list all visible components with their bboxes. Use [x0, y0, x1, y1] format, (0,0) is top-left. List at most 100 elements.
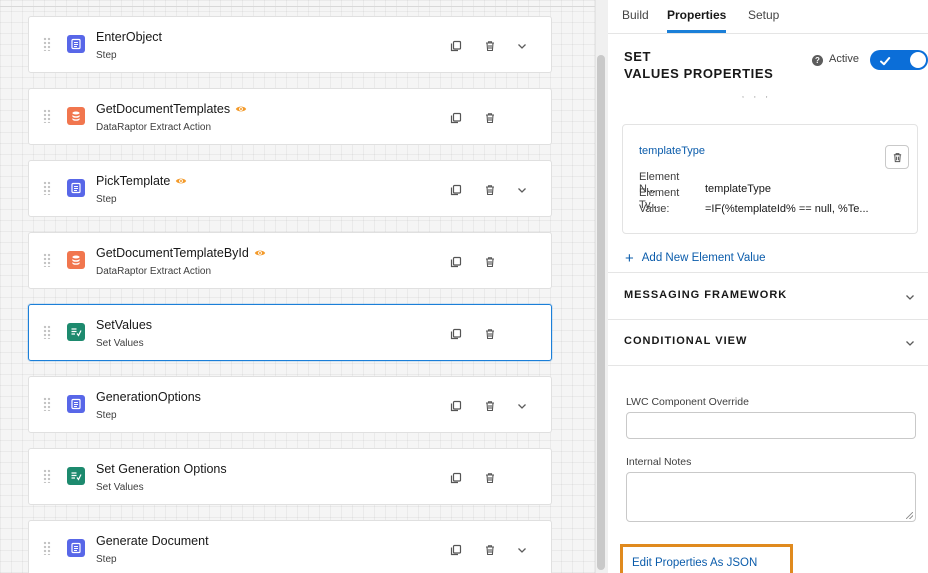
chevron-down-icon[interactable] [904, 291, 916, 303]
step-title: GetDocumentTemplates [96, 102, 247, 116]
step-title: Generate Document [96, 534, 209, 548]
section-messaging-framework[interactable]: MESSAGING FRAMEWORK [624, 289, 787, 301]
panel-tabs: Build Properties Setup [608, 0, 928, 34]
flow-canvas[interactable]: EnterObject Step GetDocumentTemplates DataR… [0, 0, 595, 573]
check-icon [879, 54, 891, 66]
trash-icon[interactable] [484, 112, 496, 124]
copy-icon[interactable] [450, 328, 462, 340]
trash-icon[interactable] [484, 328, 496, 340]
step-name: Generate Document [96, 534, 209, 548]
drag-handle-icon[interactable] [43, 469, 51, 483]
step-card[interactable]: GenerationOptions Step [28, 376, 552, 433]
chevron-down-icon[interactable] [516, 400, 528, 412]
database-icon [67, 107, 85, 125]
tab-properties[interactable]: Properties [667, 8, 727, 33]
element-name-link[interactable]: templateType [639, 145, 705, 157]
chevron-down-icon[interactable] [516, 544, 528, 556]
step-name: Set Generation Options [96, 462, 227, 476]
step-card[interactable]: GetDocumentTemplates DataRaptor Extract A… [28, 88, 552, 145]
canvas-top-divider [0, 6, 595, 7]
step-card[interactable]: PickTemplate Step [28, 160, 552, 217]
step-title: GetDocumentTemplateById [96, 246, 266, 260]
internal-notes-label: Internal Notes [626, 456, 692, 468]
step-title: Set Generation Options [96, 462, 227, 476]
database-icon [67, 251, 85, 269]
internal-notes-textarea[interactable] [626, 472, 916, 522]
add-element-value-link[interactable]: + Add New Element Value [625, 249, 766, 267]
drag-handle-icon[interactable] [43, 325, 51, 339]
tab-setup[interactable]: Setup [748, 8, 779, 30]
step-card[interactable]: GetDocumentTemplateById DataRaptor Extrac… [28, 232, 552, 289]
eye-icon[interactable] [235, 103, 247, 115]
drag-handle-icon[interactable] [43, 181, 51, 195]
panel-title-line2: VALUES PROPERTIES [624, 66, 774, 81]
tab-build[interactable]: Build [622, 8, 649, 30]
trash-icon[interactable] [484, 544, 496, 556]
drag-handle-icon[interactable] [43, 37, 51, 51]
step-type: DataRaptor Extract Action [96, 266, 212, 277]
list-icon [67, 395, 85, 413]
drag-handle-icon[interactable] [43, 253, 51, 267]
divider [608, 272, 928, 273]
trash-icon [892, 152, 903, 163]
plus-icon: + [625, 249, 634, 267]
step-card[interactable]: EnterObject Step [28, 16, 552, 73]
list-icon [67, 35, 85, 53]
step-type: Set Values [96, 482, 144, 493]
drag-handle-icon[interactable] [43, 109, 51, 123]
copy-icon[interactable] [450, 400, 462, 412]
help-icon[interactable]: ? [812, 55, 823, 66]
set-values-icon [67, 323, 85, 341]
chevron-down-icon[interactable] [516, 184, 528, 196]
step-title: GenerationOptions [96, 390, 201, 404]
edit-properties-json-button[interactable]: Edit Properties As JSON [620, 544, 793, 573]
element-value-value: =IF(%templateId% == null, %Te... [705, 203, 869, 215]
divider [608, 319, 928, 320]
step-name: PickTemplate [96, 174, 171, 188]
trash-icon[interactable] [484, 256, 496, 268]
copy-icon[interactable] [450, 544, 462, 556]
step-type: Set Values [96, 338, 144, 349]
step-type: DataRaptor Extract Action [96, 122, 212, 133]
resize-grip-icon[interactable] [906, 512, 913, 519]
chevron-down-icon[interactable] [516, 40, 528, 52]
edit-properties-json-label: Edit Properties As JSON [632, 557, 758, 569]
lwc-override-input[interactable] [626, 412, 916, 439]
toggle-knob [910, 52, 926, 68]
canvas-scrollbar-thumb[interactable] [597, 55, 605, 570]
copy-icon[interactable] [450, 184, 462, 196]
step-type: Step [96, 410, 117, 421]
copy-icon[interactable] [450, 256, 462, 268]
active-toggle[interactable] [870, 50, 928, 70]
eye-icon[interactable] [254, 247, 266, 259]
chevron-down-icon[interactable] [904, 337, 916, 349]
element-value-key: Value: [639, 203, 670, 215]
element-value-row: Value: =IF(%templateId% == null, %Te... [639, 203, 869, 215]
divider [608, 365, 928, 366]
step-title: EnterObject [96, 30, 162, 44]
trash-icon[interactable] [484, 40, 496, 52]
eye-icon[interactable] [175, 175, 187, 187]
copy-icon[interactable] [450, 40, 462, 52]
list-icon [67, 539, 85, 557]
copy-icon[interactable] [450, 472, 462, 484]
panel-title-line1: SET [624, 49, 652, 64]
copy-icon[interactable] [450, 112, 462, 124]
step-type: Step [96, 554, 117, 565]
delete-element-button[interactable] [885, 145, 909, 169]
step-name: SetValues [96, 318, 153, 332]
set-values-icon [67, 467, 85, 485]
element-value-card: templateType Element N... templateType El… [622, 124, 918, 234]
trash-icon[interactable] [484, 400, 496, 412]
step-card[interactable]: SetValues Set Values [28, 304, 552, 361]
truncated-element-row: , , , [742, 92, 772, 99]
drag-handle-icon[interactable] [43, 397, 51, 411]
step-card[interactable]: Set Generation Options Set Values [28, 448, 552, 505]
step-card[interactable]: Generate Document Step [28, 520, 552, 573]
trash-icon[interactable] [484, 184, 496, 196]
section-conditional-view[interactable]: CONDITIONAL VIEW [624, 335, 747, 347]
trash-icon[interactable] [484, 472, 496, 484]
panel-title: SET VALUES PROPERTIES [624, 48, 814, 82]
active-label: Active [829, 53, 859, 65]
drag-handle-icon[interactable] [43, 541, 51, 555]
